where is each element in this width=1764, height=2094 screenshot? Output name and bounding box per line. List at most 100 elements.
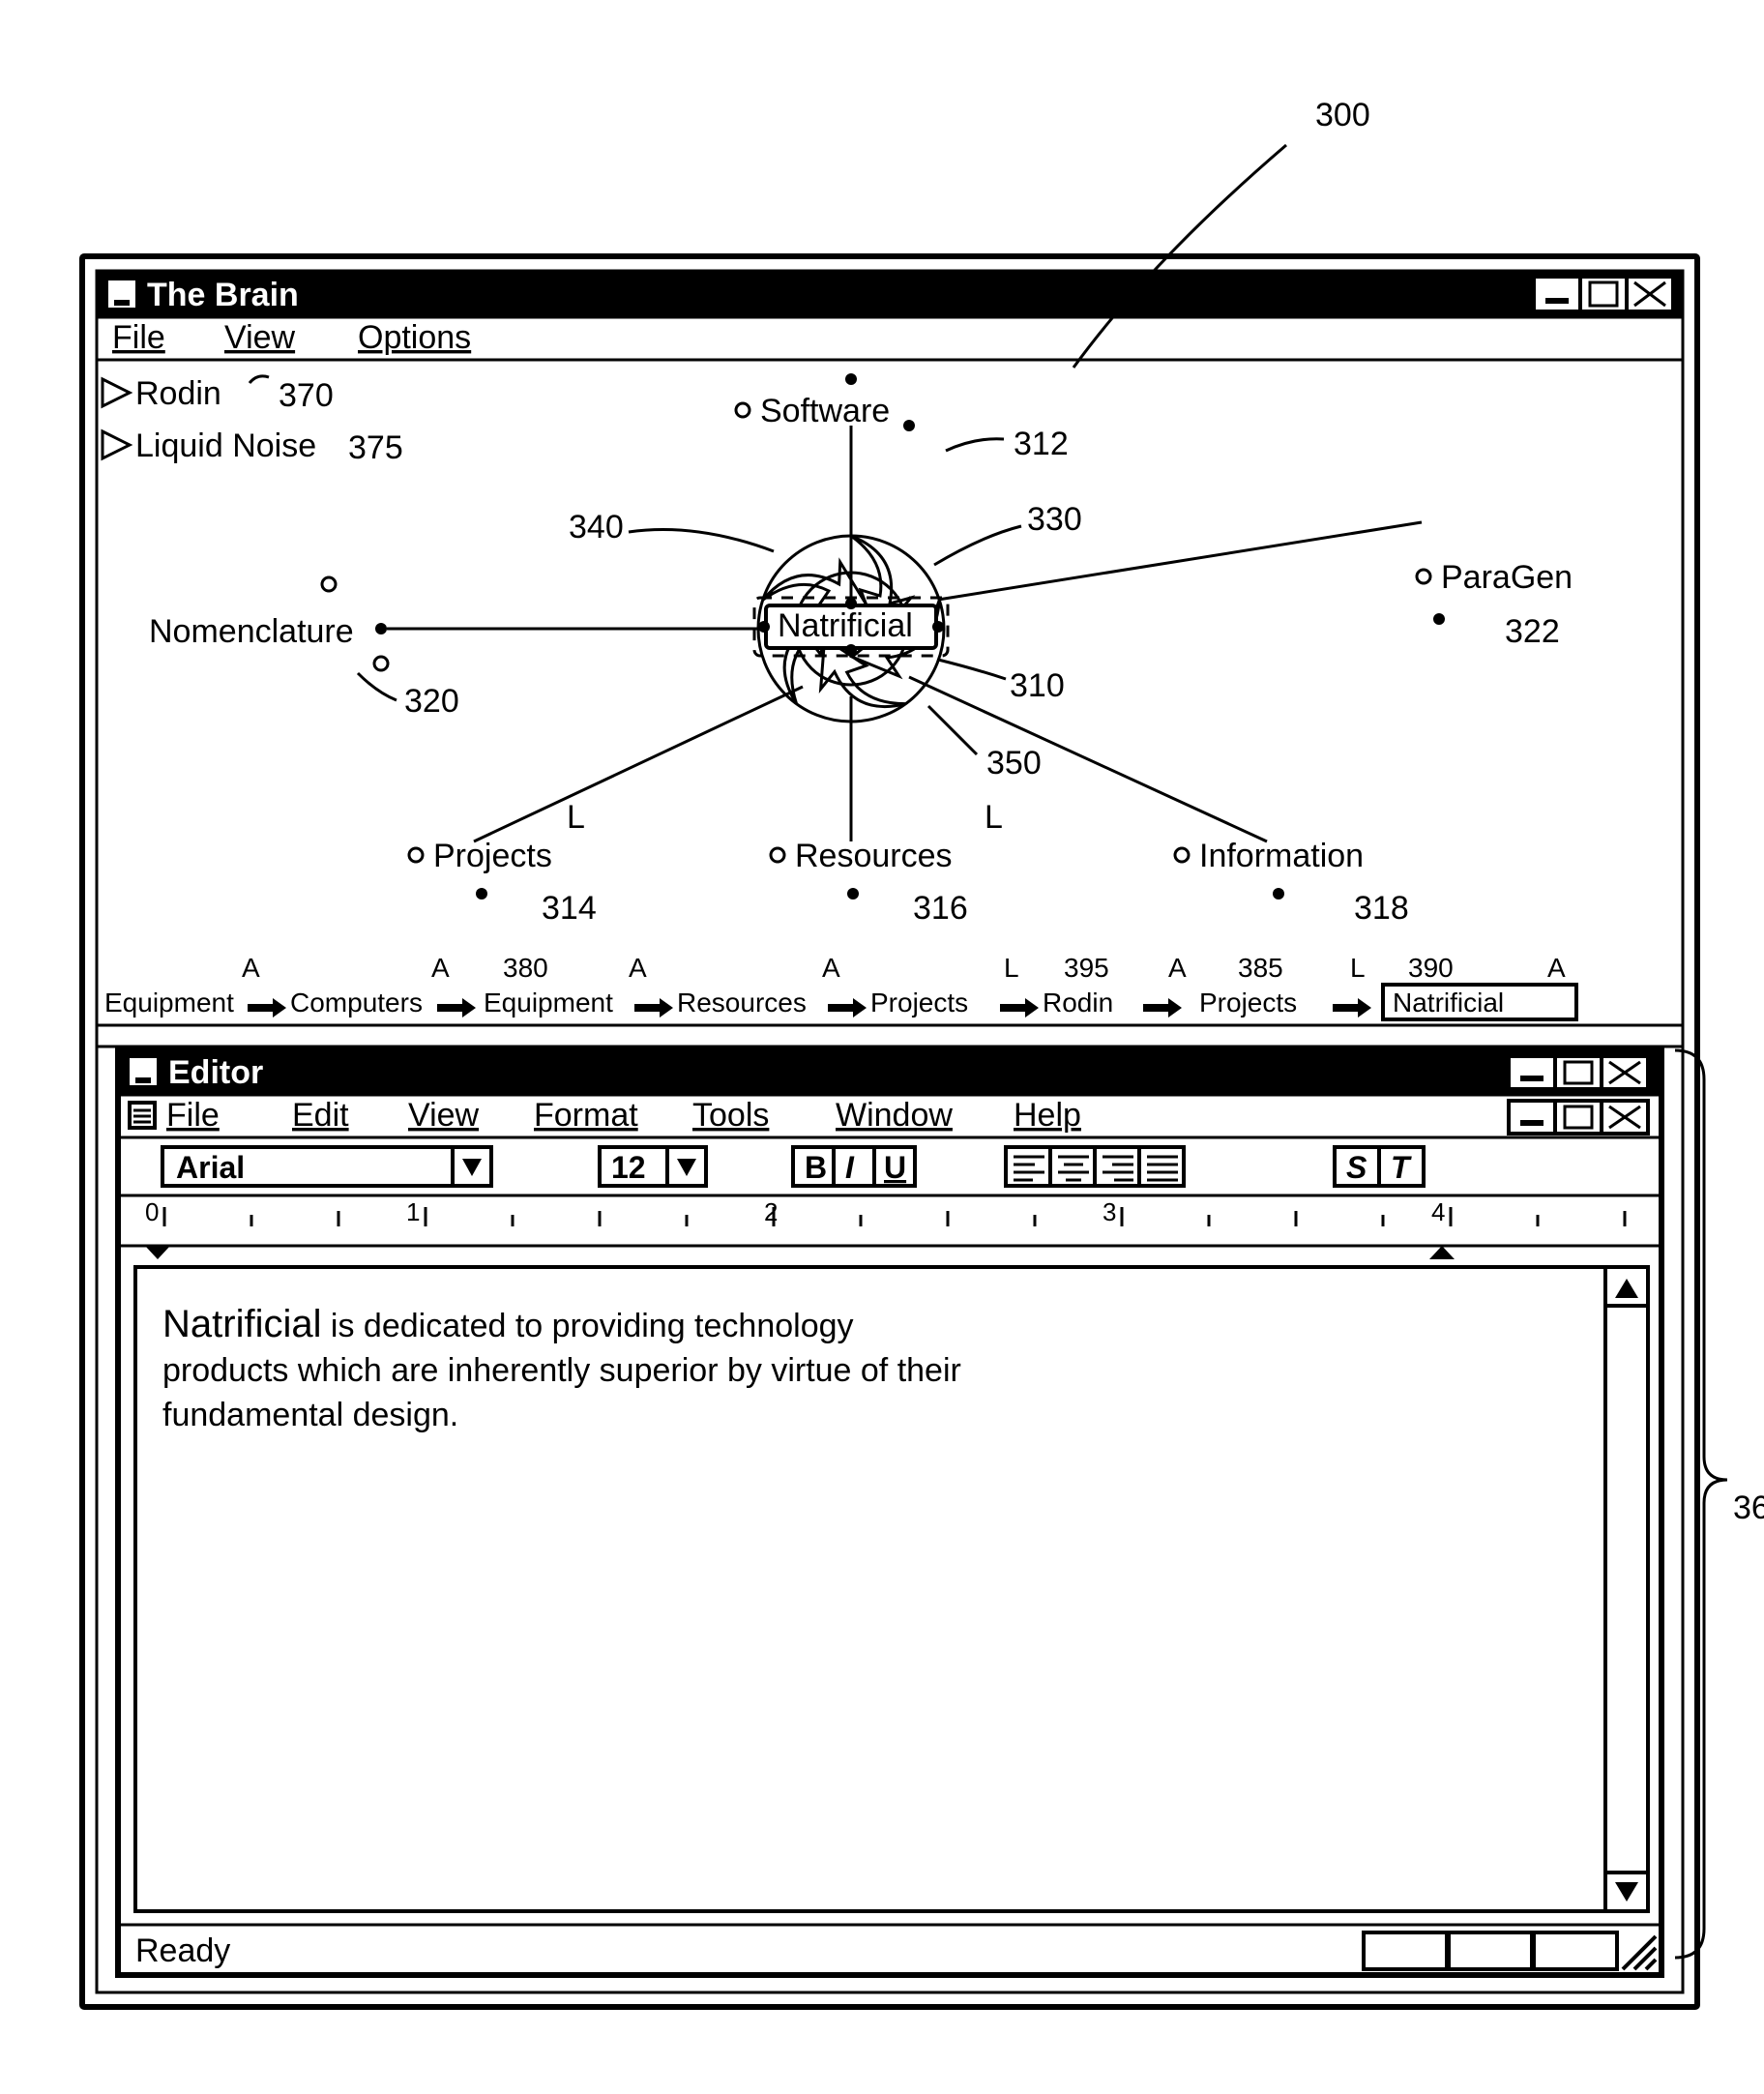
svg-text:Arial: Arial (176, 1150, 245, 1185)
align-left-button[interactable] (1006, 1147, 1050, 1186)
callout-370: 370 (279, 377, 334, 414)
svg-text:Projects: Projects (1199, 988, 1297, 1018)
svg-text:Equipment: Equipment (484, 988, 613, 1018)
node-software[interactable]: Software (760, 393, 890, 429)
editor-mdi-controls[interactable] (1509, 1101, 1648, 1134)
editor-menu-edit[interactable]: Edit (292, 1097, 349, 1134)
status-pane-2 (1449, 1932, 1532, 1969)
tool-s-button[interactable]: S (1335, 1147, 1379, 1186)
align-right-button[interactable] (1095, 1147, 1139, 1186)
callout-370-leader (250, 376, 269, 383)
editor-title: Editor (168, 1054, 263, 1091)
callout-322: 322 (1505, 613, 1560, 650)
callout-395: 395 (1064, 953, 1109, 983)
callout-330: 330 (1027, 501, 1082, 538)
svg-text:Natrificial: Natrificial (778, 607, 913, 644)
callout-300: 300 (1315, 97, 1370, 133)
ruler[interactable] (118, 1195, 1661, 1246)
align-justify-button[interactable] (1139, 1147, 1184, 1186)
svg-text:12: 12 (611, 1150, 646, 1185)
svg-text:A: A (242, 953, 260, 983)
align-center-button[interactable] (1050, 1147, 1095, 1186)
callout-360: 360 (1733, 1489, 1764, 1526)
editor-menu-format[interactable]: Format (534, 1097, 638, 1134)
brain-titlebar (97, 271, 1683, 317)
tool-t-button[interactable]: T (1379, 1147, 1424, 1186)
bold-button[interactable]: B (793, 1147, 834, 1186)
node-resources[interactable]: Resources (795, 838, 953, 874)
svg-text:U: U (884, 1150, 906, 1185)
editor-window-controls[interactable] (1509, 1056, 1648, 1089)
editor-menu-tools[interactable]: Tools (692, 1097, 769, 1134)
callout-318: 318 (1354, 890, 1409, 927)
link-label-L-1: L (567, 799, 585, 836)
brain-menu-file[interactable]: File (112, 319, 165, 356)
figure: 300 The Brain File View Options Rodin 37… (0, 0, 1764, 2094)
vertical-scrollbar[interactable] (1605, 1267, 1648, 1911)
svg-text:A: A (1547, 953, 1566, 983)
software-top-gate (845, 373, 857, 385)
node-information[interactable]: Information (1199, 838, 1364, 874)
right-indent-marker[interactable] (1429, 1246, 1455, 1259)
breadcrumb[interactable]: A A A A L A L A Equipment Computers Equi… (104, 953, 1576, 1019)
callout-375: 375 (348, 429, 403, 466)
link-paragen (938, 522, 1422, 600)
callout-310: 310 (1010, 667, 1065, 704)
resize-grip-icon[interactable] (1623, 1936, 1656, 1969)
svg-text:Projects: Projects (870, 988, 968, 1018)
underline-button[interactable]: U (874, 1147, 915, 1186)
doc-line-2: products which are inherently superior b… (162, 1352, 961, 1389)
callout-316: 316 (913, 890, 968, 927)
brain-menu-options[interactable]: Options (358, 319, 471, 356)
editor-menu-view[interactable]: View (408, 1097, 480, 1134)
svg-text:Rodin: Rodin (135, 375, 221, 412)
svg-text:L: L (1004, 953, 1019, 983)
callout-385: 385 (1238, 953, 1283, 983)
link-label-L-2: L (985, 799, 1003, 836)
svg-text:Resources: Resources (677, 988, 807, 1018)
svg-text:1: 1 (406, 1197, 420, 1226)
svg-text:Equipment: Equipment (104, 988, 234, 1018)
svg-text:2: 2 (764, 1197, 778, 1226)
ruler-ticks: 0 1 2 3 4 (145, 1197, 1445, 1226)
editor-menu-window[interactable]: Window (836, 1097, 953, 1134)
svg-text:Natrificial: Natrificial (1393, 988, 1504, 1018)
callout-312: 312 (1014, 426, 1069, 462)
svg-text:L: L (1350, 953, 1366, 983)
node-nomenclature[interactable]: Nomenclature (149, 613, 354, 650)
font-combo[interactable]: Arial (162, 1147, 491, 1186)
history-item-liquid-noise[interactable]: Liquid Noise (103, 428, 316, 464)
svg-text:Rodin: Rodin (1043, 988, 1113, 1018)
size-combo[interactable]: 12 (600, 1147, 706, 1186)
svg-text:Liquid Noise: Liquid Noise (135, 428, 316, 464)
editor-menu-file[interactable]: File (166, 1097, 220, 1134)
svg-text:A: A (629, 953, 647, 983)
status-pane-1 (1364, 1932, 1447, 1969)
brain-title: The Brain (147, 277, 299, 313)
svg-text:A: A (431, 953, 450, 983)
node-paragen[interactable]: ParaGen (1441, 559, 1573, 596)
history-item-rodin[interactable]: Rodin (103, 375, 221, 412)
callout-350: 350 (986, 745, 1042, 782)
node-projects[interactable]: Projects (433, 838, 552, 874)
svg-text:T: T (1391, 1150, 1412, 1185)
brain-window-controls[interactable] (1534, 277, 1673, 311)
left-indent-marker[interactable] (145, 1246, 170, 1259)
brain-menu-view[interactable]: View (224, 319, 296, 356)
doc-line-3: fundamental design. (162, 1397, 458, 1433)
status-text: Ready (135, 1932, 230, 1969)
callout-380: 380 (503, 953, 548, 983)
callout-340: 340 (569, 509, 624, 546)
status-pane-3 (1534, 1932, 1617, 1969)
svg-text:4: 4 (1431, 1197, 1445, 1226)
svg-text:S: S (1346, 1150, 1367, 1185)
svg-text:B: B (805, 1150, 827, 1185)
svg-text:3: 3 (1102, 1197, 1116, 1226)
center-node[interactable]: Natrificial (766, 605, 936, 648)
doc-line-1: Natrificial is dedicated to providing te… (162, 1303, 854, 1345)
link-projects (474, 687, 803, 841)
brain-menubar (97, 317, 1683, 360)
link-information (909, 677, 1267, 841)
italic-button[interactable]: I (834, 1147, 874, 1186)
editor-menu-help[interactable]: Help (1014, 1097, 1081, 1134)
